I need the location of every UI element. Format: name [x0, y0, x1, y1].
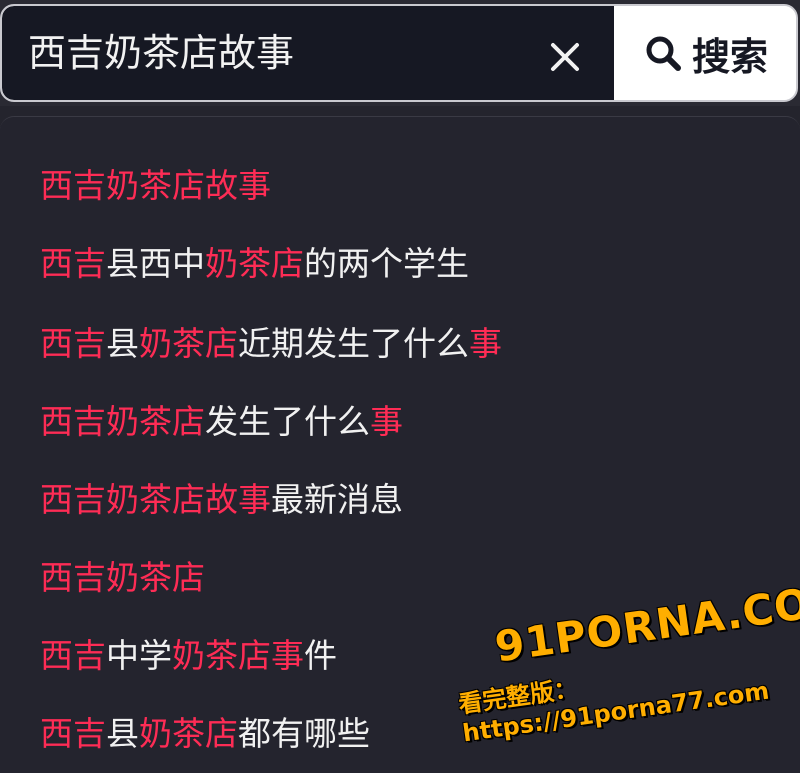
search-button-label: 搜索 [691, 34, 768, 79]
suggestion-match-text: 奶茶店事 [172, 636, 304, 675]
suggestion-text: 中学 [106, 636, 172, 675]
suggestion-item[interactable]: 西吉奶茶店故事最新消息 [40, 475, 403, 525]
suggestion-text: 近期发生了什么 [238, 324, 469, 363]
suggestion-item[interactable]: 西吉中学奶茶店事件 [40, 631, 337, 681]
search-input-container [2, 6, 614, 100]
suggestion-item[interactable]: 西吉奶茶店故事 [40, 161, 271, 211]
suggestion-match-text: 事 [370, 402, 403, 441]
suggestion-match-text: 西吉奶茶店 [40, 402, 205, 441]
suggestion-text: 发生了什么 [205, 402, 370, 441]
suggestion-match-text: 西吉 [40, 714, 106, 753]
suggestion-match-text: 奶茶店 [205, 244, 304, 283]
suggestion-match-text: 事 [469, 324, 502, 363]
suggestion-item[interactable]: 西吉县奶茶店都有哪些 [40, 709, 370, 759]
suggestion-text: 县西中 [106, 244, 205, 283]
suggestion-text: 件 [304, 636, 337, 675]
suggestion-match-text: 奶茶店 [139, 714, 238, 753]
close-icon[interactable] [542, 34, 588, 80]
suggestion-text: 县 [106, 324, 139, 363]
search-screen: 搜索 西吉奶茶店故事西吉县西中奶茶店的两个学生西吉县奶茶店近期发生了什么事西吉奶… [0, 0, 800, 773]
suggestion-text: 最新消息 [271, 480, 403, 519]
suggestion-dropdown: 西吉奶茶店故事 西吉县西中奶茶店的两个学生 西吉县奶茶店近期发生了什么事 西吉奶茶店发… [0, 116, 800, 773]
suggestion-match-text: 西吉奶茶店故事 [40, 166, 271, 205]
search-button[interactable]: 搜索 [614, 6, 796, 100]
suggestion-text: 都有哪些 [238, 714, 370, 753]
search-bar: 搜索 [0, 0, 800, 106]
suggestion-item[interactable]: 西吉县奶茶店近期发生了什么事 [40, 319, 502, 369]
suggestion-text: 县 [106, 714, 139, 753]
search-box: 搜索 [0, 4, 798, 102]
suggestion-item[interactable]: 西吉奶茶店发生了什么事 [40, 397, 403, 447]
suggestion-item[interactable]: 西吉奶茶店 [40, 553, 205, 603]
suggestion-match-text: 西吉奶茶店故事 [40, 480, 271, 519]
suggestion-match-text: 西吉 [40, 244, 106, 283]
suggestion-text: 的两个学生 [304, 244, 469, 283]
search-input[interactable] [28, 28, 528, 78]
suggestion-item[interactable]: 西吉县西中奶茶店的两个学生 [40, 239, 469, 289]
suggestion-match-text: 西吉 [40, 636, 106, 675]
search-icon [646, 36, 681, 71]
suggestion-match-text: 西吉 [40, 324, 106, 363]
suggestion-match-text: 奶茶店 [139, 324, 238, 363]
suggestion-match-text: 西吉奶茶店 [40, 558, 205, 597]
